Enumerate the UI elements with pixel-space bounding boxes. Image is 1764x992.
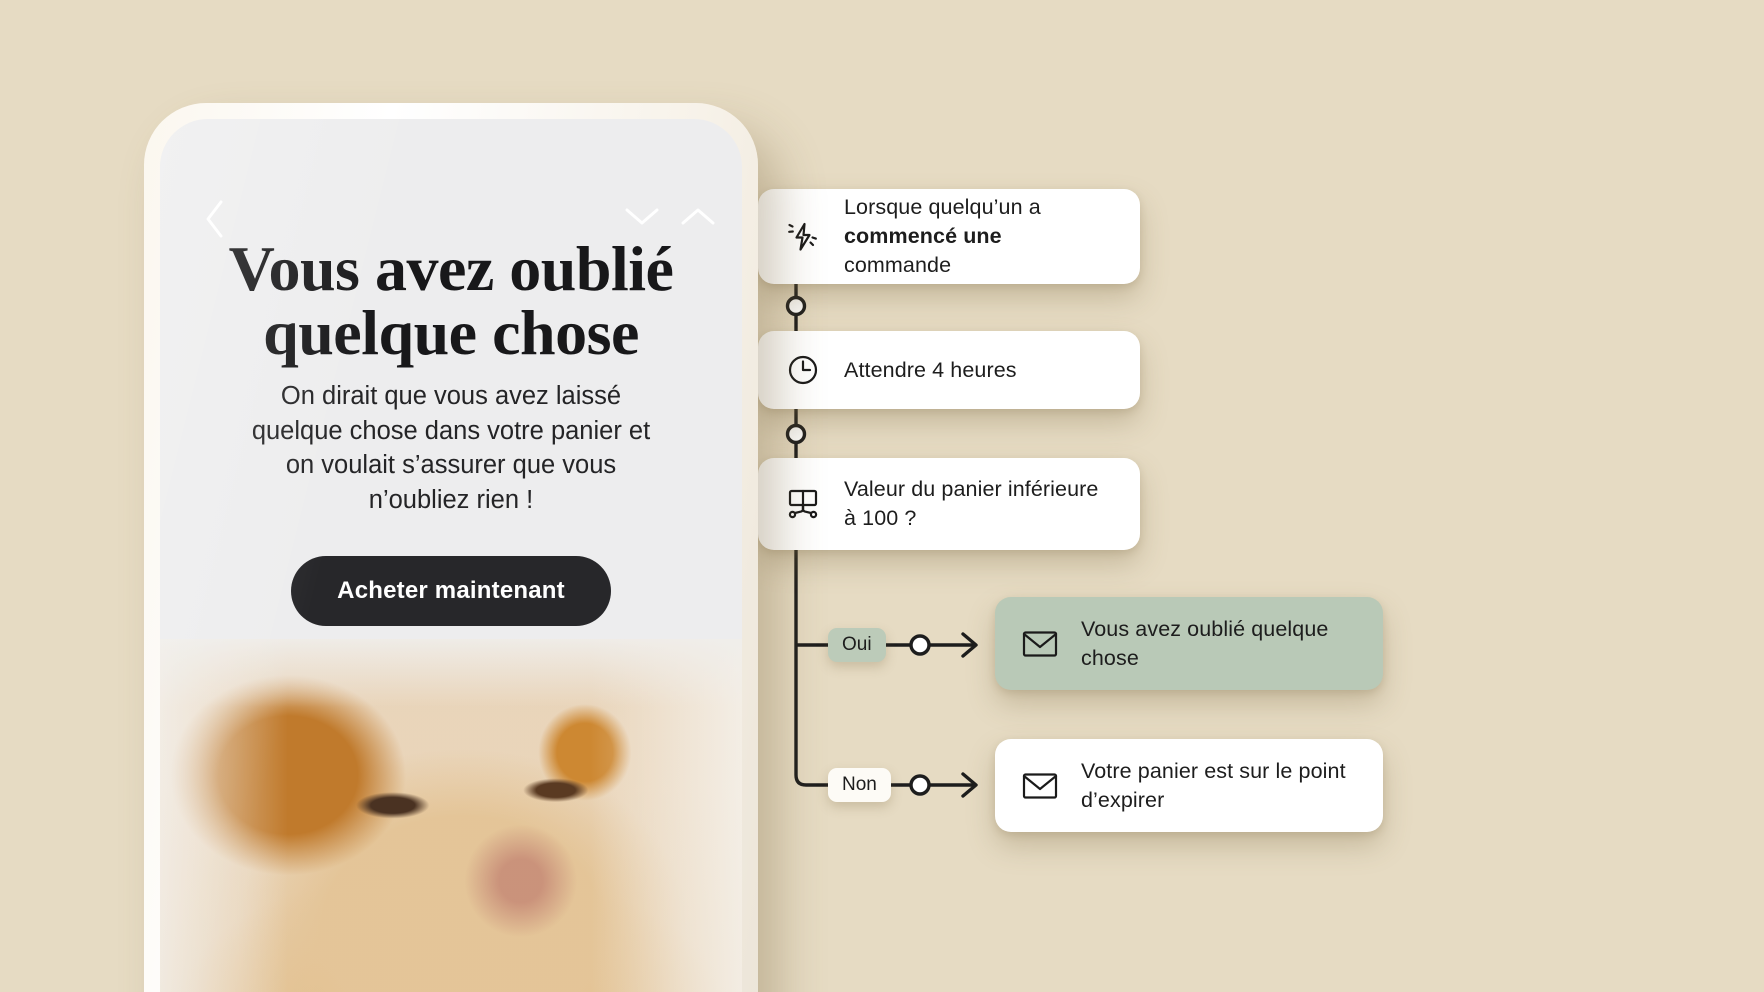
branch-label-no-text: Non (842, 774, 877, 795)
workflow-node-email-no[interactable]: Votre panier est sur le point d’expirer (995, 739, 1383, 832)
clock-icon (784, 351, 822, 389)
phone-screen: Vous avez oublié quelque chose On dirait… (160, 119, 742, 992)
workflow-node-email-yes[interactable]: Vous avez oublié quelque chose (995, 597, 1383, 690)
workflow-node-wait-label: Attendre 4 heures (844, 357, 1017, 382)
trigger-text-prefix: Lorsque quelqu’un a (844, 195, 1041, 220)
chevron-down-icon[interactable] (622, 203, 662, 234)
promo-title: Vous avez oublié quelque chose (228, 233, 674, 368)
branch-label-yes[interactable]: Oui (828, 628, 886, 662)
envelope-icon (1021, 767, 1059, 805)
workflow-node-condition-label: Valeur du panier inférieure à 100 ? (844, 477, 1099, 530)
branch-split-icon (784, 485, 822, 523)
photo-veil (160, 639, 742, 992)
workflow-node-email-no-label: Votre panier est sur le point d’expirer (1081, 758, 1346, 812)
screenshot-stage: Lorsque quelqu’un a commencé une command… (0, 0, 1764, 992)
dog-photo (160, 639, 742, 992)
promo-body: On dirait que vous avez laissé quelque c… (251, 382, 651, 515)
trigger-text-bold: commencé une (844, 224, 1002, 249)
workflow-node-trigger-label: Lorsque quelqu’un a commencé une command… (844, 193, 1114, 279)
trigger-text-suffix: commande (844, 252, 952, 277)
workflow-node-trigger[interactable]: Lorsque quelqu’un a commencé une command… (758, 189, 1140, 284)
chevron-up-icon[interactable] (678, 203, 718, 234)
workflow-node-condition[interactable]: Valeur du panier inférieure à 100 ? (758, 458, 1140, 550)
workflow-node-wait[interactable]: Attendre 4 heures (758, 331, 1140, 409)
workflow-node-email-yes-label: Vous avez oublié quelque chose (1081, 616, 1329, 670)
buy-now-button[interactable]: Acheter maintenant (291, 555, 611, 626)
envelope-icon (1021, 625, 1059, 663)
phone-mockup: Vous avez oublié quelque chose On dirait… (144, 103, 758, 992)
branch-label-yes-text: Oui (842, 634, 872, 655)
lightning-bolt-icon (784, 218, 822, 256)
promo-content: Vous avez oublié quelque chose On dirait… (160, 237, 742, 626)
branch-label-no[interactable]: Non (828, 768, 891, 802)
